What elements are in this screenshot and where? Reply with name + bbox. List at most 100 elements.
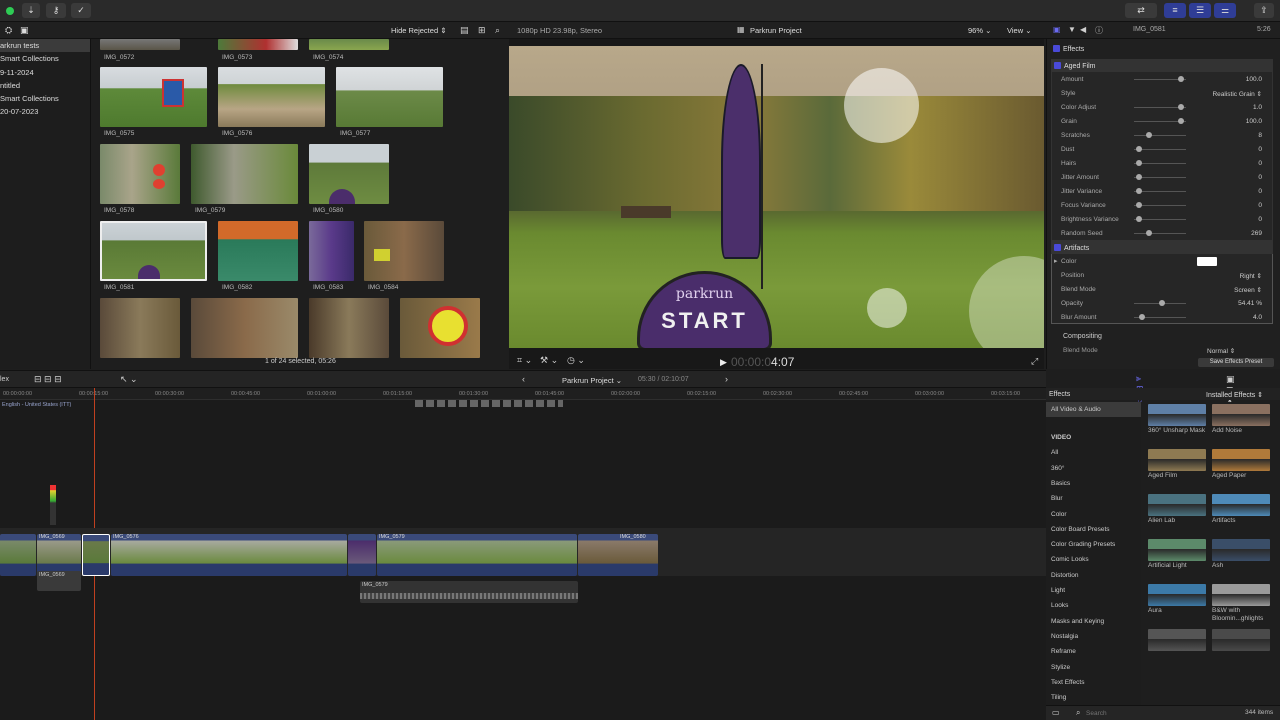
- effects-category[interactable]: Blur: [1046, 491, 1141, 506]
- param-slider-knob[interactable]: [1177, 76, 1184, 82]
- effects-category[interactable]: Tiling: [1046, 690, 1141, 705]
- param-value[interactable]: 1.0: [1253, 104, 1262, 111]
- library-item[interactable]: 20-07-2023: [0, 105, 90, 118]
- artifacts-heading[interactable]: Artifacts: [1051, 241, 1273, 254]
- param-slider-knob[interactable]: [1136, 146, 1143, 152]
- compositing-heading[interactable]: Compositing: [1063, 333, 1102, 340]
- share-icon[interactable]: ⇪: [1254, 3, 1274, 18]
- effects-category[interactable]: Color Board Presets: [1046, 522, 1141, 537]
- inspector-param-row[interactable]: Brightness Variance 0: [1054, 213, 1272, 227]
- view-dropdown[interactable]: View ⌄: [1007, 26, 1032, 35]
- forward-icon[interactable]: ›: [725, 374, 728, 384]
- param-slider-knob[interactable]: [1146, 230, 1153, 236]
- info-inspector-icon[interactable]: ⓘ: [1095, 25, 1103, 36]
- transform-icon[interactable]: ⌗ ⌄: [517, 355, 532, 366]
- inspector-param-row[interactable]: Focus Variance 0: [1054, 199, 1272, 213]
- clip-thumbnail[interactable]: [218, 39, 298, 50]
- clip-thumbnail-selected[interactable]: [100, 221, 207, 281]
- param-slider-knob[interactable]: [1136, 174, 1143, 180]
- effects-category[interactable]: Text Effects: [1046, 675, 1141, 690]
- inspector-param-row[interactable]: Blend Mode Screen ⇕: [1054, 283, 1272, 297]
- effects-category[interactable]: All Video & Audio: [1046, 402, 1141, 417]
- effect-thumbnail[interactable]: [1212, 404, 1270, 426]
- inspector-param-row[interactable]: Grain 100.0: [1054, 115, 1272, 129]
- clip-thumbnail[interactable]: [309, 298, 389, 358]
- inspector-param-row[interactable]: Jitter Variance 0: [1054, 185, 1272, 199]
- timeline-clip[interactable]: IMG_0576: [111, 534, 347, 576]
- clip-thumbnail[interactable]: [364, 221, 444, 281]
- clip-thumbnail[interactable]: [100, 67, 207, 127]
- timeline-clip[interactable]: IMG_0580: [578, 534, 658, 576]
- inspector-param-row[interactable]: Scratches 8: [1054, 129, 1272, 143]
- clip-thumbnail[interactable]: [309, 39, 389, 50]
- download-icon[interactable]: ⇣: [22, 3, 40, 18]
- sidebar-toggle-icon[interactable]: ▭: [1052, 708, 1060, 717]
- library-item[interactable]: Smart Collections: [0, 52, 90, 65]
- blend-mode-value[interactable]: Normal ⇕: [1207, 347, 1235, 355]
- param-slider-knob[interactable]: [1177, 118, 1184, 124]
- disclosure-icon[interactable]: ▸: [1054, 257, 1058, 265]
- effect-thumbnail[interactable]: [1212, 494, 1270, 516]
- aged-film-heading[interactable]: Aged Film: [1051, 59, 1273, 72]
- checkmark-icon[interactable]: ✓: [71, 3, 91, 18]
- clip-thumbnail[interactable]: [218, 221, 298, 281]
- effect-thumbnail[interactable]: [1148, 629, 1206, 651]
- library-item[interactable]: 9-11-2024: [0, 66, 90, 79]
- hide-rejected-filter[interactable]: Hide Rejected ⇕: [391, 26, 446, 35]
- clip-thumbnail[interactable]: [218, 67, 325, 127]
- param-value[interactable]: 8: [1258, 132, 1262, 139]
- param-slider-knob[interactable]: [1136, 160, 1143, 166]
- timeline-icon[interactable]: ☰: [1189, 3, 1211, 18]
- effects-category[interactable]: Color: [1046, 507, 1141, 522]
- timeline-clip[interactable]: IMG_0569: [37, 534, 81, 576]
- param-slider-knob[interactable]: [1138, 314, 1145, 320]
- save-effects-preset-button[interactable]: Save Effects Preset: [1198, 358, 1274, 367]
- param-slider-knob[interactable]: [1158, 300, 1165, 306]
- param-value[interactable]: 4.0: [1253, 314, 1262, 321]
- installed-effects-dropdown[interactable]: Installed Effects ⇕: [1206, 391, 1263, 399]
- effects-category[interactable]: Stylize: [1046, 660, 1141, 675]
- layout-icon[interactable]: ≡: [1164, 3, 1186, 18]
- clip-thumbnail[interactable]: [309, 221, 354, 281]
- param-value[interactable]: 0: [1258, 146, 1262, 153]
- search-icon[interactable]: ⌕: [495, 25, 500, 36]
- timeline-clip[interactable]: [0, 534, 36, 576]
- param-value[interactable]: Right ⇕: [1240, 272, 1262, 280]
- clip-thumbnail[interactable]: [100, 39, 180, 50]
- clip-thumbnail[interactable]: [100, 144, 180, 204]
- audio-inspector-icon[interactable]: ◀: [1080, 25, 1086, 34]
- inspector-param-row[interactable]: Hairs 0: [1054, 157, 1272, 171]
- inspector-param-row[interactable]: Opacity 54.41 %: [1054, 297, 1272, 311]
- viewer-image[interactable]: parkrun START: [509, 46, 1044, 348]
- video-inspector-icon[interactable]: ▣: [1053, 25, 1061, 34]
- library-item[interactable]: ntitled: [0, 79, 90, 92]
- clip-thumbnail[interactable]: [191, 144, 298, 204]
- speed-icon[interactable]: ◷ ⌄: [567, 355, 585, 366]
- clip-appearance-icon[interactable]: ⊟ ⊟ ⊟: [34, 374, 62, 385]
- timeline-clip[interactable]: IMG_0579: [377, 534, 577, 576]
- inspector-param-row[interactable]: Position Right ⇕: [1054, 269, 1272, 283]
- connected-clip[interactable]: IMG_0579: [360, 581, 578, 603]
- inspector-icon[interactable]: ⚌: [1214, 3, 1236, 18]
- effects-category[interactable]: All: [1046, 445, 1141, 460]
- param-slider-knob[interactable]: [1136, 202, 1143, 208]
- clip-thumbnail[interactable]: [309, 144, 389, 204]
- key-icon[interactable]: ⚷: [46, 3, 66, 18]
- inspector-param-row[interactable]: Style Realistic Grain ⇕: [1054, 87, 1272, 101]
- param-slider-knob[interactable]: [1145, 132, 1152, 138]
- effects-category[interactable]: Basics: [1046, 476, 1141, 491]
- param-value[interactable]: 100.0: [1246, 118, 1262, 125]
- effects-category[interactable]: Masks and Keying: [1046, 614, 1141, 629]
- effects-heading[interactable]: Effects: [1053, 45, 1084, 53]
- back-icon[interactable]: ‹: [522, 374, 525, 384]
- effect-thumbnail[interactable]: [1212, 584, 1270, 606]
- effect-thumbnail[interactable]: [1148, 449, 1206, 471]
- timeline-clip[interactable]: [348, 534, 376, 576]
- effects-category[interactable]: Nostalgia: [1046, 629, 1141, 644]
- effect-thumbnail[interactable]: [1212, 539, 1270, 561]
- effect-thumbnail[interactable]: [1148, 584, 1206, 606]
- clip-thumbnail[interactable]: [400, 298, 480, 358]
- effect-thumbnail[interactable]: [1212, 449, 1270, 471]
- library-item[interactable]: Smart Collections: [0, 92, 90, 105]
- timeline-clip-selected[interactable]: [82, 534, 110, 576]
